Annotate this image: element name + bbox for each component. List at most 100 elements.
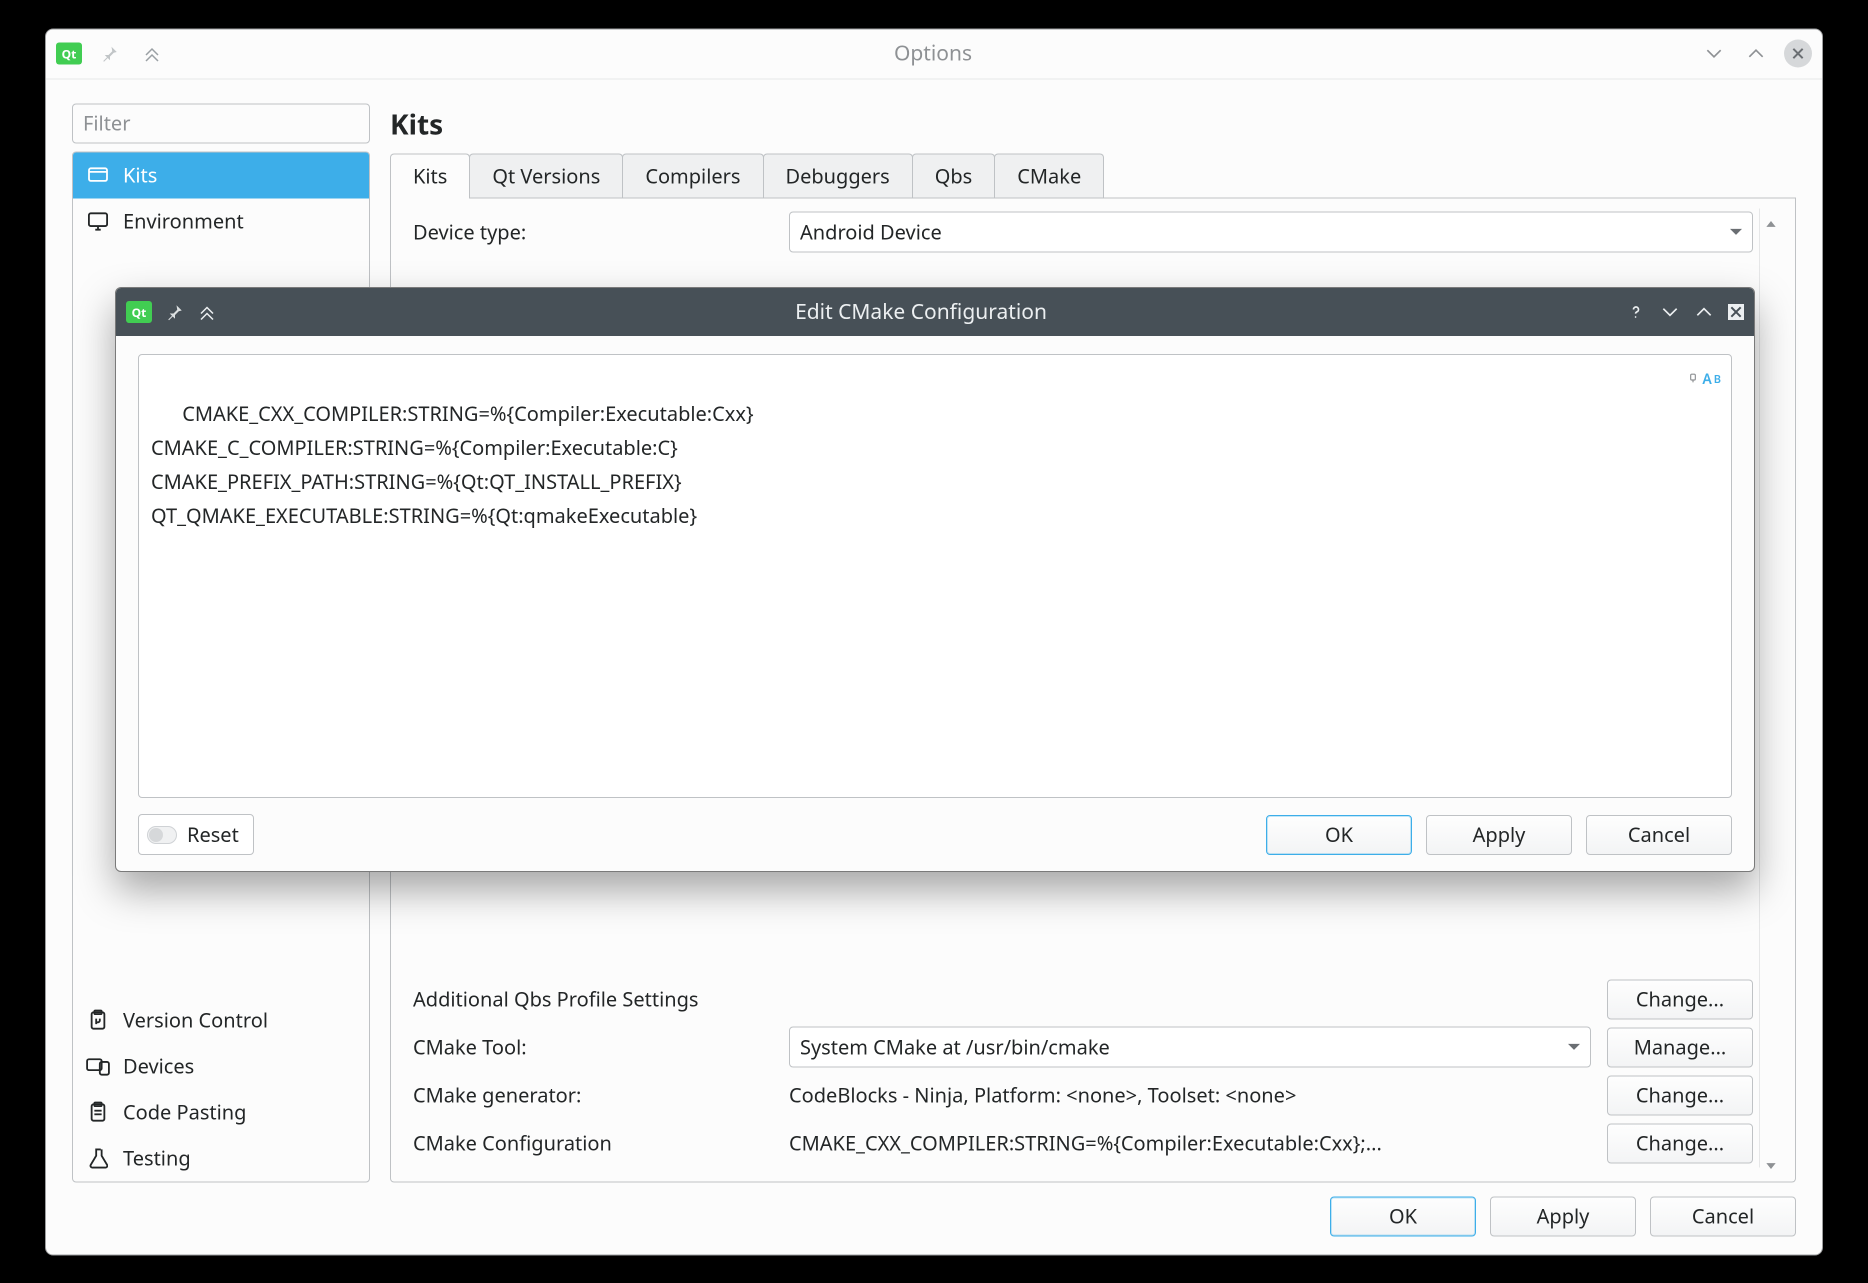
flask-icon: [85, 1147, 111, 1169]
category-label: Testing: [123, 1145, 191, 1172]
device-type-label: Device type:: [413, 219, 773, 246]
kits-scrollbar[interactable]: [1759, 208, 1781, 1167]
tab-qt-versions[interactable]: Qt Versions: [469, 153, 623, 197]
expand-all-icon[interactable]: [198, 303, 216, 321]
tab-label: Kits: [413, 162, 447, 189]
pin-icon[interactable]: [96, 40, 124, 68]
category-version-control[interactable]: Version Control: [73, 997, 369, 1043]
cmake-configuration-label: CMake Configuration: [413, 1130, 773, 1157]
cmake-tool-manage-button[interactable]: Manage...: [1607, 1027, 1753, 1067]
button-label: Manage...: [1634, 1034, 1727, 1061]
close-icon[interactable]: [1728, 304, 1744, 320]
category-environment[interactable]: Environment: [73, 198, 369, 244]
tab-kits[interactable]: Kits: [390, 153, 470, 197]
button-label: Change...: [1636, 1082, 1724, 1109]
cmake-configuration-value: CMAKE_CXX_COMPILER:STRING=%{Compiler:Exe…: [789, 1130, 1591, 1157]
button-label: OK: [1389, 1203, 1417, 1230]
dialog-body: CMAKE_CXX_COMPILER:STRING=%{Compiler:Exe…: [116, 336, 1754, 871]
chevron-down-icon[interactable]: [1700, 40, 1728, 68]
scroll-down-icon[interactable]: [1764, 1151, 1778, 1165]
edit-cmake-dialog: Qt Edit CMake Configuration CMAKE_CXX_CO…: [115, 287, 1755, 872]
dialog-button-row: Reset OK Apply Cancel: [138, 814, 1732, 855]
options-cancel-button[interactable]: Cancel: [1650, 1196, 1796, 1236]
category-label: Code Pasting: [123, 1099, 246, 1126]
cmake-tool-value: System CMake at /usr/bin/cmake: [800, 1034, 1110, 1061]
close-icon[interactable]: [1784, 40, 1812, 68]
clipboard-icon: [85, 1101, 111, 1123]
tab-compilers[interactable]: Compilers: [622, 153, 763, 197]
category-filter-input[interactable]: Filter: [72, 103, 370, 143]
button-label: Cancel: [1692, 1203, 1754, 1230]
dialog-cancel-button[interactable]: Cancel: [1586, 815, 1732, 855]
button-label: Apply: [1473, 821, 1526, 848]
pin-icon[interactable]: [166, 303, 184, 321]
button-label: Change...: [1636, 986, 1724, 1013]
dialog-title: Edit CMake Configuration: [230, 298, 1612, 326]
category-code-pasting[interactable]: Code Pasting: [73, 1089, 369, 1135]
button-label: Change...: [1636, 1130, 1724, 1157]
dialog-apply-button[interactable]: Apply: [1426, 815, 1572, 855]
toggle-track-icon: [147, 826, 177, 844]
clipboard-branch-icon: [85, 1009, 111, 1031]
category-kits[interactable]: Kits: [73, 152, 369, 198]
reset-toggle[interactable]: Reset: [138, 814, 254, 855]
category-label: Devices: [123, 1053, 194, 1080]
tabbar: Kits Qt Versions Compilers Debuggers Qbs…: [390, 153, 1796, 198]
expand-all-icon[interactable]: [138, 40, 166, 68]
tab-label: Qbs: [935, 162, 973, 189]
tab-qbs[interactable]: Qbs: [912, 153, 996, 197]
device-type-value: Android Device: [800, 219, 942, 246]
category-devices[interactable]: Devices: [73, 1043, 369, 1089]
options-titlebar: Qt Options: [46, 29, 1822, 79]
qt-logo-icon: Qt: [126, 301, 152, 323]
button-label: Cancel: [1628, 821, 1690, 848]
category-testing[interactable]: Testing: [73, 1135, 369, 1181]
options-ok-button[interactable]: OK: [1330, 1196, 1476, 1236]
devices-icon: [85, 1056, 111, 1076]
tab-label: Compilers: [645, 162, 740, 189]
button-label: OK: [1325, 821, 1353, 848]
row-cmake-configuration: CMake Configuration CMAKE_CXX_COMPILER:S…: [413, 1119, 1753, 1167]
category-label: Kits: [123, 162, 157, 189]
category-label: Version Control: [123, 1007, 268, 1034]
tab-label: Debuggers: [786, 162, 890, 189]
cmake-configuration-change-button[interactable]: Change...: [1607, 1123, 1753, 1163]
cmake-tool-select[interactable]: System CMake at /usr/bin/cmake: [789, 1027, 1591, 1068]
tab-label: CMake: [1017, 162, 1081, 189]
options-button-row: OK Apply Cancel: [72, 1182, 1796, 1236]
row-cmake-tool: CMake Tool: System CMake at /usr/bin/cma…: [413, 1023, 1753, 1071]
dialog-ok-button[interactable]: OK: [1266, 815, 1412, 855]
tab-debuggers[interactable]: Debuggers: [763, 153, 913, 197]
kit-icon: [85, 166, 111, 184]
qt-logo-icon: Qt: [56, 43, 82, 65]
chevron-down-icon[interactable]: [1660, 302, 1680, 322]
cmake-config-editor[interactable]: CMAKE_CXX_COMPILER:STRING=%{Compiler:Exe…: [138, 354, 1732, 798]
chevron-up-icon[interactable]: [1742, 40, 1770, 68]
cmake-generator-change-button[interactable]: Change...: [1607, 1075, 1753, 1115]
scroll-up-icon[interactable]: [1764, 210, 1778, 224]
options-title: Options: [180, 40, 1686, 68]
filter-placeholder: Filter: [83, 110, 130, 137]
tab-cmake[interactable]: CMake: [994, 153, 1104, 197]
qbs-change-button[interactable]: Change...: [1607, 979, 1753, 1019]
tab-label: Qt Versions: [492, 162, 600, 189]
variable-chooser-icon[interactable]: AB: [1686, 363, 1721, 397]
monitor-icon: [85, 211, 111, 231]
editor-text: CMAKE_CXX_COMPILER:STRING=%{Compiler:Exe…: [151, 400, 754, 529]
cmake-tool-label: CMake Tool:: [413, 1034, 773, 1061]
cmake-generator-value: CodeBlocks - Ninja, Platform: <none>, To…: [789, 1082, 1591, 1109]
chevron-up-icon[interactable]: [1694, 302, 1714, 322]
device-type-select[interactable]: Android Device: [789, 212, 1753, 253]
row-qbs-profile: Additional Qbs Profile Settings Change..…: [413, 975, 1753, 1023]
button-label: Apply: [1537, 1203, 1590, 1230]
qbs-profile-label: Additional Qbs Profile Settings: [413, 986, 1591, 1013]
category-label: Environment: [123, 208, 244, 235]
cmake-generator-label: CMake generator:: [413, 1082, 773, 1109]
options-apply-button[interactable]: Apply: [1490, 1196, 1636, 1236]
dialog-titlebar: Qt Edit CMake Configuration: [116, 288, 1754, 336]
reset-label: Reset: [187, 821, 239, 848]
row-device-type: Device type: Android Device: [413, 208, 1753, 256]
page-title: Kits: [390, 105, 1796, 143]
row-cmake-generator: CMake generator: CodeBlocks - Ninja, Pla…: [413, 1071, 1753, 1119]
help-icon[interactable]: [1626, 302, 1646, 322]
